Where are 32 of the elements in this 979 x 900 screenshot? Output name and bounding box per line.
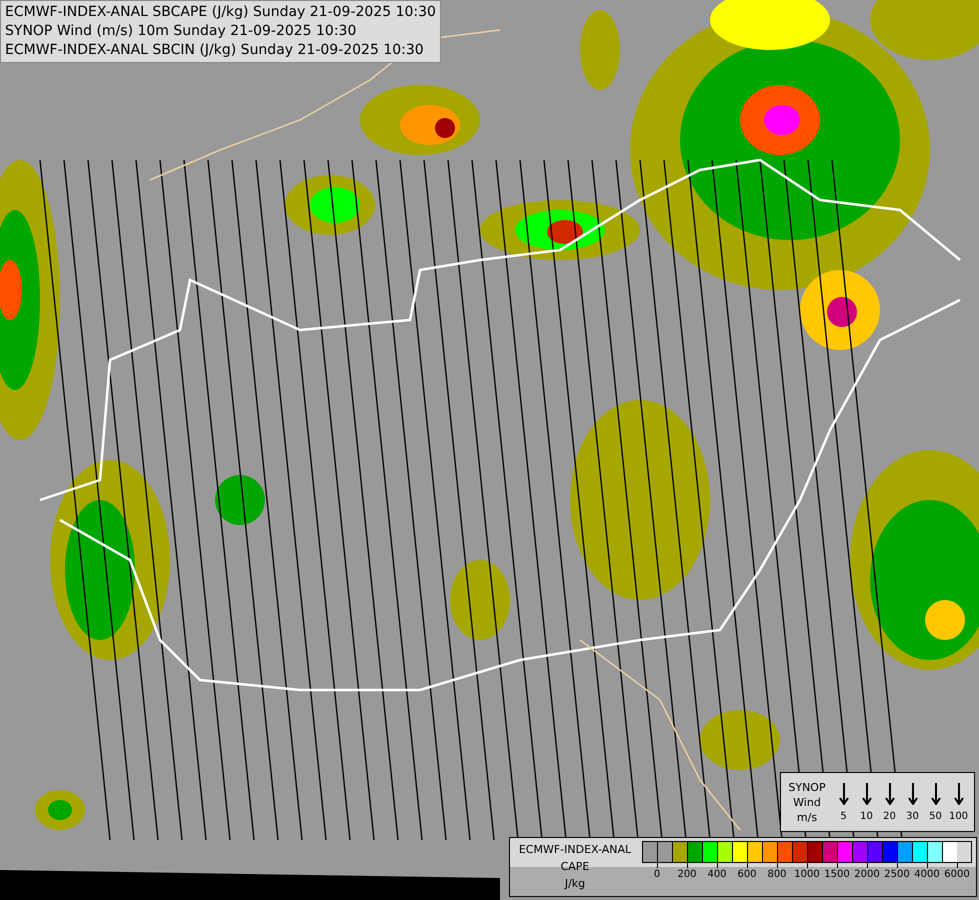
scale-tick-label: 600 bbox=[732, 863, 762, 880]
legend-title: CAPE bbox=[560, 859, 590, 875]
scale-tick-label: 200 bbox=[672, 863, 702, 880]
wind-speed-label: 5 bbox=[840, 810, 847, 822]
legend-title: SYNOP bbox=[788, 780, 826, 794]
wind-arrow-icon bbox=[862, 782, 872, 804]
map-layer-title: SYNOP Wind (m/s) 10m Sunday 21-09-2025 10:30 bbox=[5, 22, 358, 41]
scale-tick-label: 6000 bbox=[942, 863, 972, 880]
wind-speed-label: 100 bbox=[948, 810, 968, 822]
legend-title: Wind bbox=[793, 794, 821, 810]
wind-speed-label: 20 bbox=[883, 810, 896, 822]
wind-arrow-icon bbox=[930, 782, 940, 804]
wind-arrow-icon bbox=[838, 782, 848, 804]
legend-title: J/kg bbox=[564, 876, 586, 892]
scale-tick-label: 400 bbox=[702, 863, 732, 880]
map-layer-title: ECMWF-INDEX-ANAL SBCIN (J/kg) Sunday 21-09-2025 10:30 bbox=[5, 41, 425, 60]
scale-tick-label: 2000 bbox=[852, 863, 882, 880]
map-layer-title: ECMWF-INDEX-ANAL SBCAPE (J/kg) Sunday 21-09-2025 10:30 bbox=[5, 3, 436, 22]
legend-title: m/s bbox=[796, 810, 818, 824]
wind-arrow-icon bbox=[884, 782, 894, 804]
wind-speed-label: 10 bbox=[860, 810, 873, 822]
scale-tick-label: 0 bbox=[642, 863, 672, 880]
legend-title: ECMWF-INDEX-ANAL bbox=[518, 842, 632, 858]
wind-arrow-icon bbox=[908, 782, 918, 804]
scale-tick-label: 2500 bbox=[882, 863, 912, 880]
wind-speed-label: 30 bbox=[906, 810, 919, 822]
wind-speed-label: 50 bbox=[929, 810, 942, 822]
scale-tick-label: 800 bbox=[762, 863, 792, 880]
scale-tick-label: 1500 bbox=[822, 863, 852, 880]
scale-tick-label: 4000 bbox=[912, 863, 942, 880]
wind-arrow-icon bbox=[954, 782, 964, 804]
scale-tick-label: 1000 bbox=[792, 863, 822, 880]
